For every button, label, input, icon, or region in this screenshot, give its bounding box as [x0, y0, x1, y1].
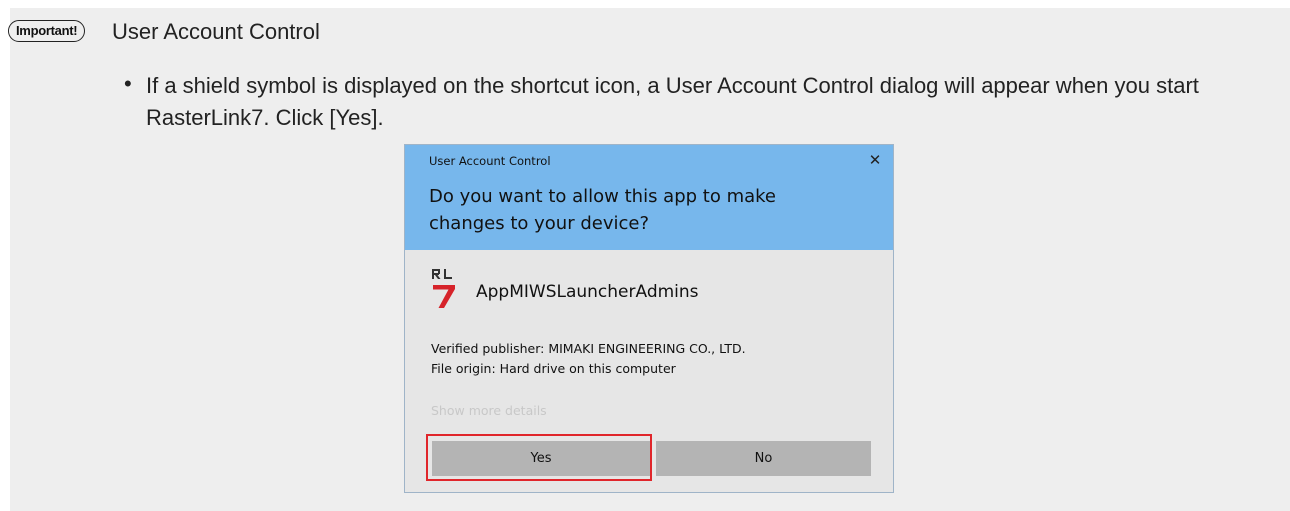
note-bullet-text: If a shield symbol is displayed on the s… — [146, 73, 1199, 130]
no-button[interactable]: No — [656, 441, 871, 476]
rasterlink7-app-icon — [432, 269, 455, 308]
uac-dialog: User Account Control ✕ Do you want to al… — [404, 144, 894, 493]
dialog-question: Do you want to allow this app to make ch… — [429, 186, 776, 234]
dialog-title: User Account Control — [429, 154, 551, 168]
close-icon[interactable]: ✕ — [865, 150, 885, 170]
yes-button[interactable]: Yes — [432, 441, 650, 476]
important-badge: Important! — [8, 20, 86, 42]
app-name: AppMIWSLauncherAdmins — [476, 282, 699, 302]
note-heading: User Account Control — [112, 19, 320, 44]
publisher-info: Verified publisher: MIMAKI ENGINEERING C… — [431, 341, 746, 356]
file-origin-info: File origin: Hard drive on this computer — [431, 361, 676, 376]
uac-header: User Account Control ✕ Do you want to al… — [405, 145, 893, 250]
show-more-details-link[interactable]: Show more details — [431, 403, 547, 418]
bullet-marker: • — [124, 71, 132, 96]
